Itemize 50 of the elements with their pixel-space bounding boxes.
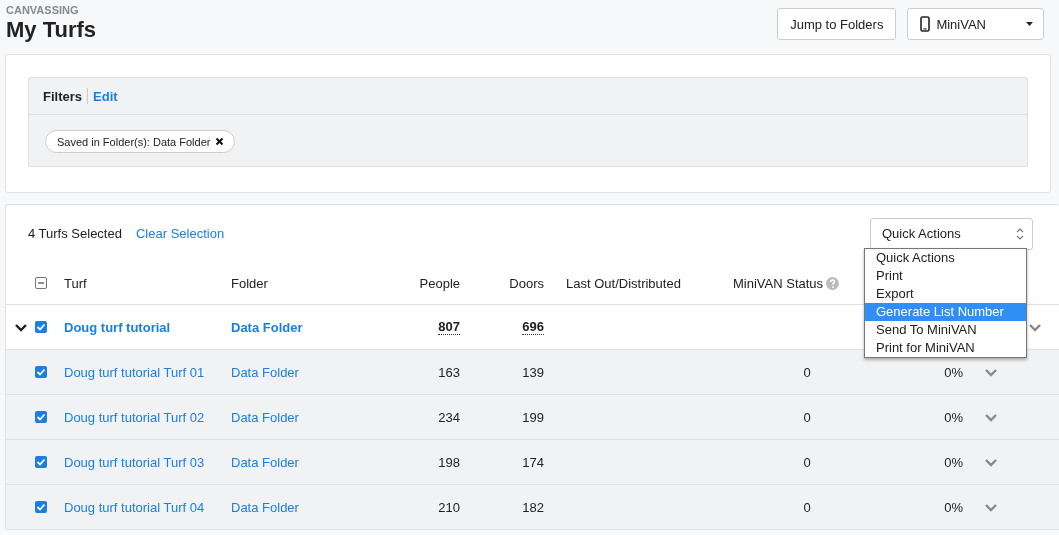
table-cell-text: 0	[802, 454, 812, 470]
menu-option[interactable]: Export	[865, 285, 1026, 303]
column-header: Last Out/Distributed	[565, 275, 682, 291]
table-cell-text: 174	[521, 454, 544, 470]
table-cell: 807	[438, 319, 460, 335]
table-cell-text: 0	[802, 364, 812, 380]
minivan-button[interactable]: MiniVAN	[907, 8, 1044, 40]
filter-chip[interactable]: Saved in Folder(s): Data Folder	[45, 130, 236, 153]
table-cell: 696	[522, 319, 544, 335]
table-cell-text: 199	[521, 409, 544, 425]
turf-link[interactable]: Doug turf tutorial Turf 04	[64, 499, 231, 515]
column-header: Folder	[231, 275, 269, 291]
section-label: CANVASSING	[6, 4, 80, 16]
selection-count: 4 Turfs Selected	[28, 226, 122, 241]
table-cell-text: 0%	[943, 454, 963, 470]
turf-link[interactable]: Doug turf tutorial	[64, 319, 231, 335]
table-cell-text: 182	[521, 499, 544, 515]
table-cell-text: 163	[437, 364, 460, 380]
clear-selection-link[interactable]: Clear Selection	[135, 226, 225, 241]
table-cell-text: 198	[437, 454, 460, 470]
table-cell-text: 0%	[943, 409, 963, 425]
menu-option[interactable]: Print for MiniVAN	[865, 339, 1026, 357]
turf-link[interactable]: Doug turf tutorial Turf 02	[64, 409, 231, 425]
filters-label: Filters	[43, 88, 82, 104]
table-cell-text: 234	[437, 409, 460, 425]
page-title: My Turfs	[6, 17, 97, 43]
jump-button[interactable]: Jump to Folders	[777, 8, 897, 40]
menu-option[interactable]: Print	[865, 267, 1026, 285]
folder-link[interactable]: Data Folder	[231, 454, 391, 470]
folder-link[interactable]: Data Folder	[231, 409, 391, 425]
edit-link[interactable]: Edit	[93, 88, 118, 104]
turf-link[interactable]: Doug turf tutorial Turf 01	[64, 364, 231, 380]
table-cell-text: 0%	[943, 364, 963, 380]
folder-link[interactable]: Data Folder	[231, 364, 391, 380]
folder-link[interactable]: Data Folder	[231, 319, 391, 335]
table-cell-text: 0	[802, 409, 812, 425]
quick-actions-select[interactable]: Quick Actions	[870, 217, 1033, 250]
turf-link[interactable]: Doug turf tutorial Turf 03	[64, 454, 231, 470]
table-cell-text: 0	[802, 499, 812, 515]
menu-option[interactable]: Send To MiniVAN	[865, 321, 1026, 339]
column-header: People	[418, 275, 460, 291]
column-header: Turf	[64, 275, 88, 291]
table-cell-text: 0%	[943, 499, 963, 515]
menu-option[interactable]: Quick Actions	[865, 249, 1026, 267]
column-header: MiniVAN Status	[733, 275, 824, 291]
table-cell-text: 139	[521, 364, 544, 380]
table-cell-text: 210	[437, 499, 460, 515]
folder-link[interactable]: Data Folder	[231, 499, 391, 515]
menu-option[interactable]: Generate List Number	[865, 303, 1026, 321]
column-header: Doors	[508, 275, 544, 291]
